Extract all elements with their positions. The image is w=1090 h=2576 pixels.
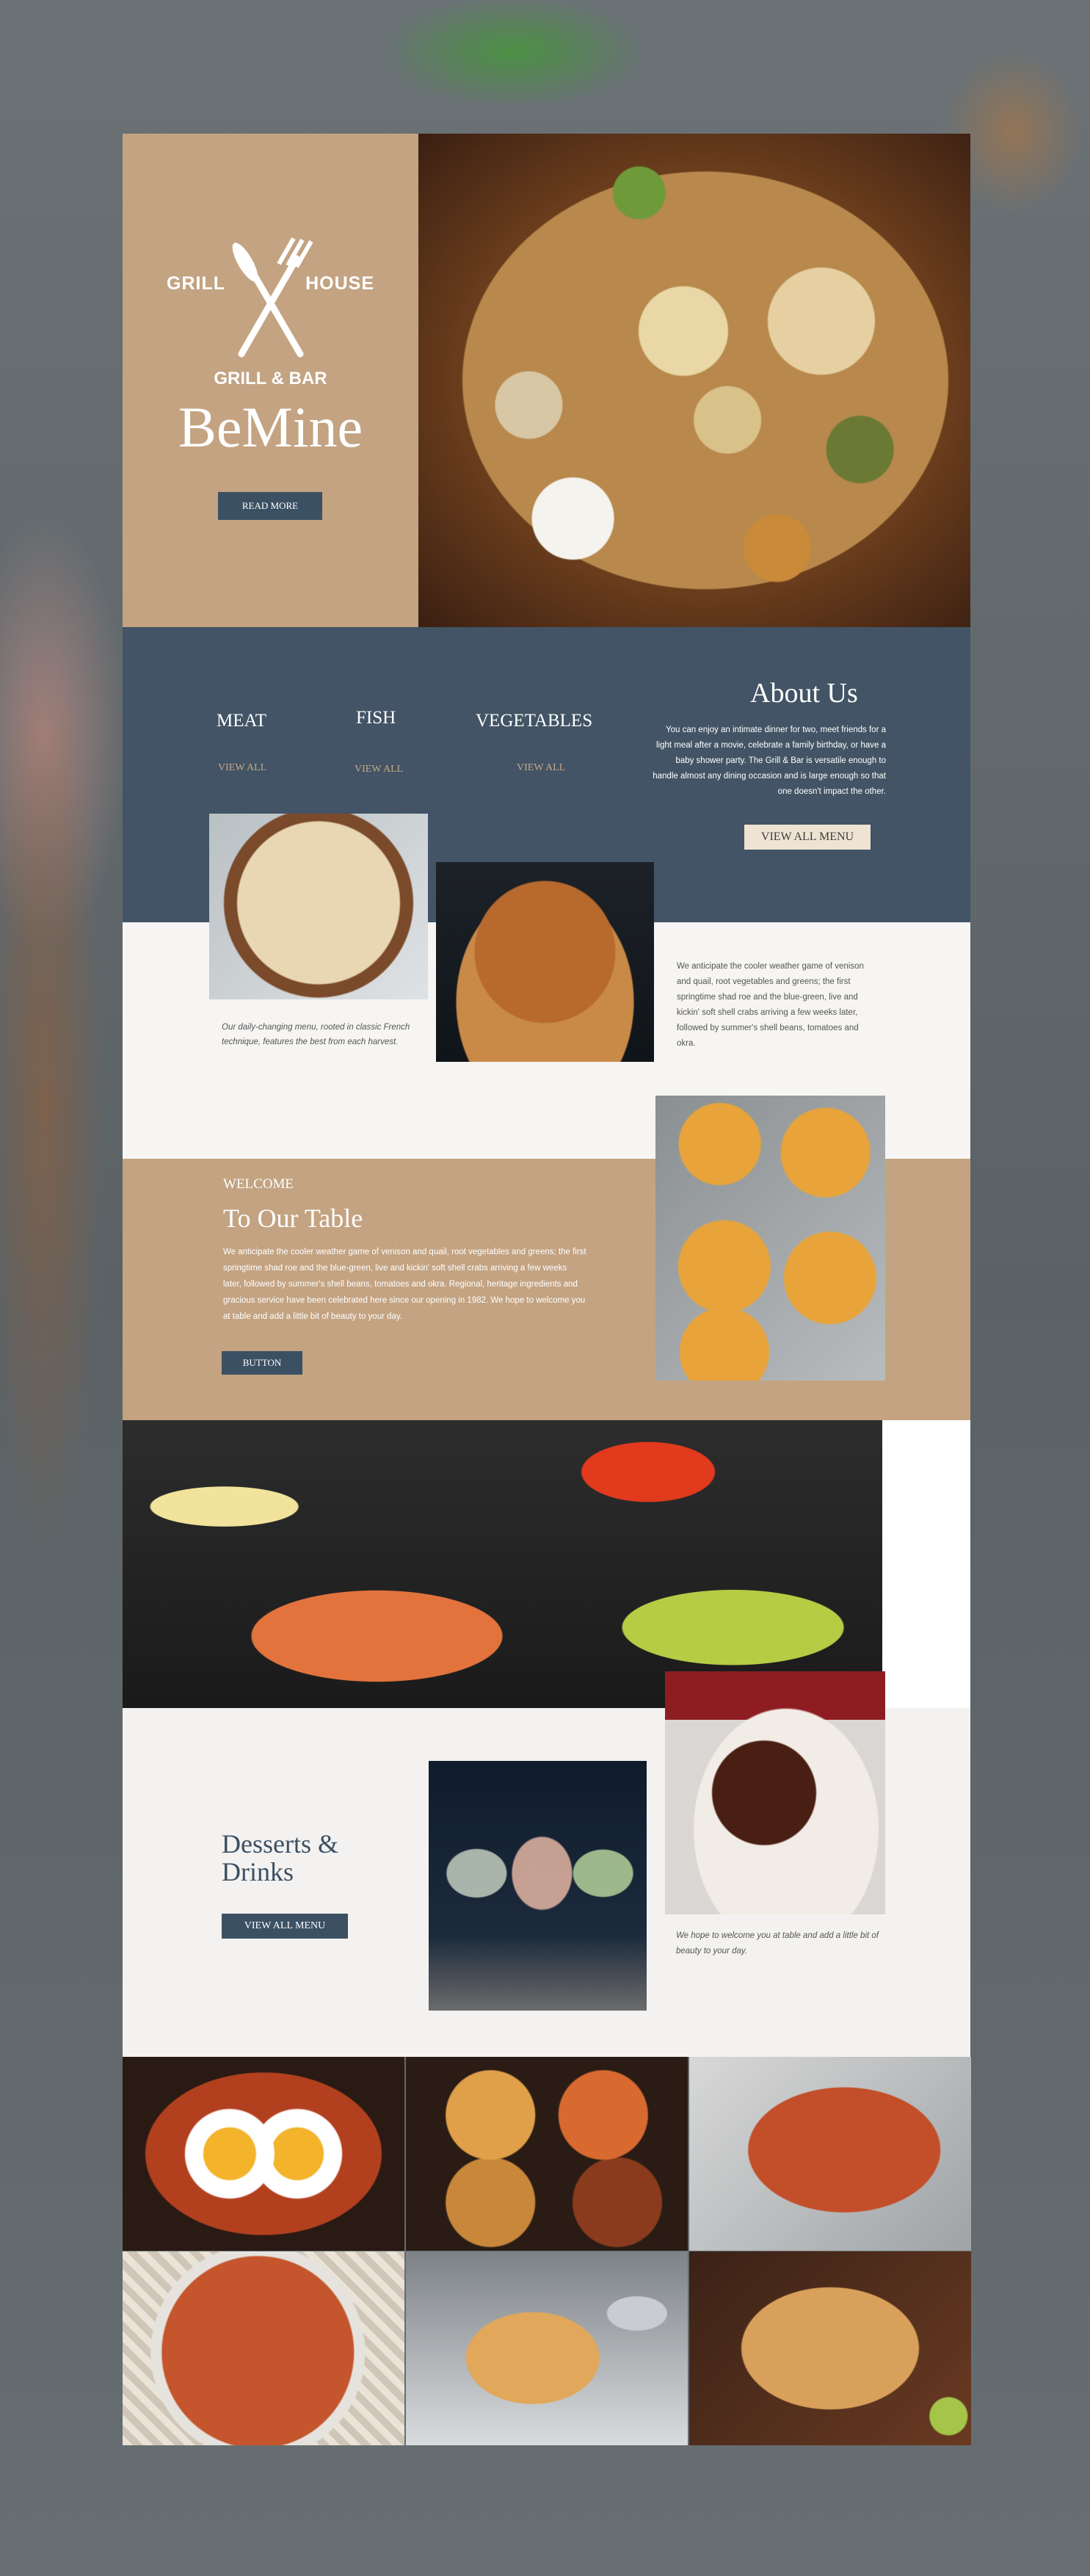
desserts-title: Desserts & Drinks (222, 1829, 338, 1886)
desserts-caption: We hope to welcome you at table and add … (676, 1931, 879, 1955)
category-meat-label: MEAT (217, 711, 267, 731)
gallery-pancakes-image (406, 2251, 688, 2445)
welcome-text: We anticipate the cooler weather game of… (223, 1248, 586, 1321)
category-fish-label: FISH (356, 708, 396, 728)
gallery-fish-image (689, 2057, 971, 2251)
read-more-button[interactable]: READ MORE (218, 492, 322, 520)
landing-page: GRILL HOUSE GRILL & BAR BeMine READ MORE… (123, 134, 971, 2449)
welcome-title: To Our Table (223, 1204, 363, 1233)
pizza-image (209, 814, 428, 999)
category-meat-link[interactable]: VIEW ALL (218, 762, 266, 774)
desserts-view-menu-button[interactable]: VIEW ALL MENU (222, 1914, 348, 1939)
about-text: You can enjoy an intimate dinner for two… (653, 726, 886, 796)
logo-subtitle: GRILL & BAR (214, 369, 327, 388)
menu-intro-text: We anticipate the cooler weather game of… (677, 962, 864, 1048)
category-vegetables-link[interactable]: VIEW ALL (517, 762, 565, 774)
salmon-banner-image (123, 1420, 970, 1708)
gallery-burrito-image (689, 2251, 971, 2445)
category-fish-link[interactable]: VIEW ALL (355, 764, 403, 775)
french-toast-image (436, 862, 654, 1062)
view-all-menu-button[interactable]: VIEW ALL MENU (744, 825, 871, 850)
gallery-platters-image (406, 2057, 688, 2251)
welcome-kicker: WELCOME (223, 1176, 294, 1192)
logo-text-left: GRILL (167, 273, 225, 294)
hero-brand-panel: GRILL HOUSE GRILL & BAR BeMine READ MORE (123, 134, 418, 627)
gallery-eggs-image (123, 2057, 404, 2251)
drinks-image (429, 1761, 647, 2011)
brand-title: BeMine (178, 395, 363, 459)
logo-text-right: HOUSE (305, 273, 374, 294)
fork-knife-icon (232, 237, 313, 358)
lava-cake-image (665, 1671, 885, 1914)
tostada-image (655, 1096, 885, 1381)
welcome-button[interactable]: BUTTON (222, 1351, 302, 1375)
category-vegetables-label: VEGETABLES (476, 711, 593, 731)
gallery-paella-image (123, 2251, 404, 2445)
pizza-caption: Our daily-changing menu, rooted in class… (222, 1023, 410, 1046)
hero-thali-image (418, 134, 970, 627)
about-title: About Us (750, 678, 858, 709)
